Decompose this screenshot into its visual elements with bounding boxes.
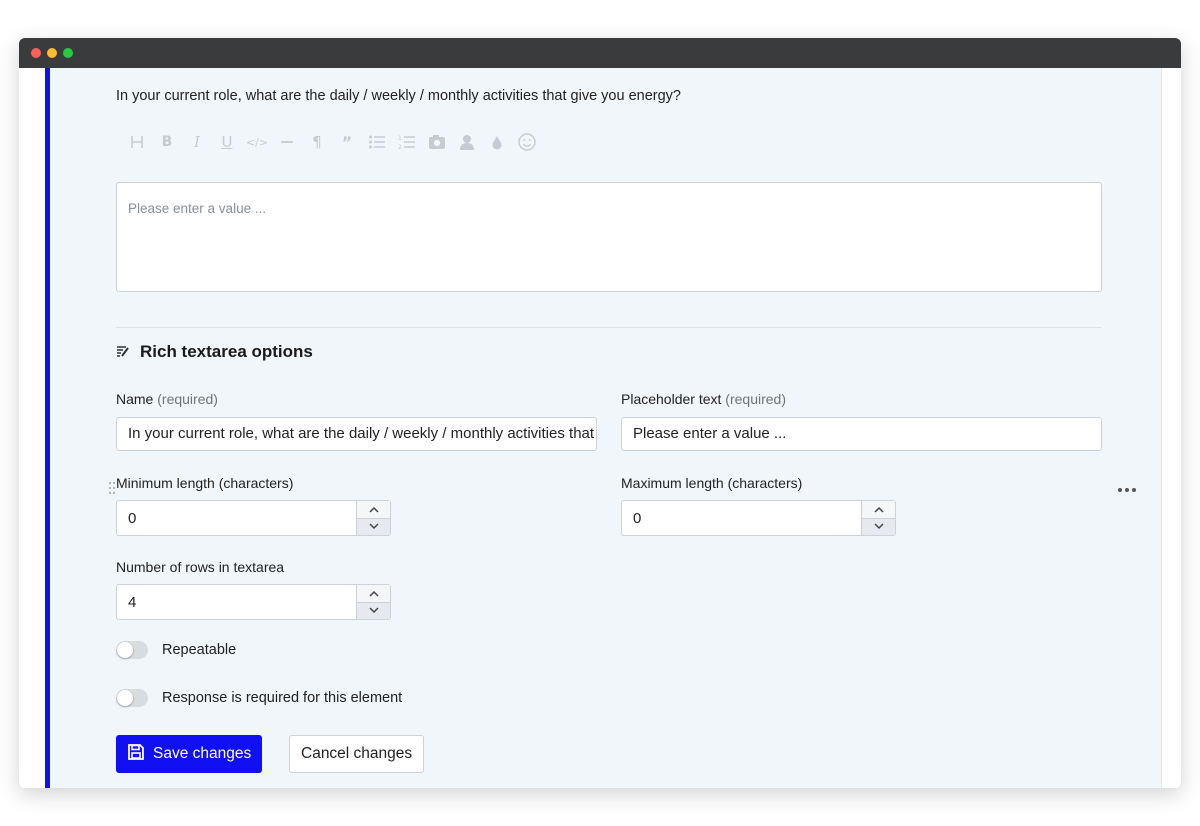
repeatable-label: Repeatable — [162, 642, 237, 658]
max-length-input[interactable]: 0 — [621, 500, 861, 536]
rows-decrement-button[interactable] — [357, 601, 390, 619]
chevron-down-icon — [873, 523, 884, 530]
user-icon[interactable] — [454, 130, 480, 154]
chevron-up-icon — [368, 590, 379, 597]
min-length-spinner — [356, 500, 391, 536]
max-length-label: Maximum length (characters) — [621, 475, 803, 491]
name-label: Name (required) — [116, 391, 218, 407]
form-element-editor: In your current role, what are the daily… — [45, 68, 1162, 788]
close-window-dot[interactable] — [31, 48, 41, 58]
options-title-text: Rich textarea options — [140, 342, 313, 361]
svg-text:2: 2 — [398, 144, 402, 150]
name-label-text: Name — [116, 391, 154, 407]
min-length-decrement-button[interactable] — [357, 517, 390, 535]
chevron-down-icon — [368, 607, 379, 614]
save-changes-label: Save changes — [153, 745, 252, 762]
min-length-increment-button[interactable] — [357, 501, 390, 518]
placeholder-label-text: Placeholder text — [621, 391, 722, 407]
placeholder-input[interactable]: Please enter a value ... — [621, 417, 1102, 451]
quote-icon[interactable]: ” — [334, 130, 360, 154]
placeholder-label: Placeholder text (required) — [621, 391, 786, 407]
toggle-knob — [117, 690, 133, 706]
cancel-changes-button[interactable]: Cancel changes — [289, 735, 425, 773]
color-drop-icon[interactable] — [484, 130, 510, 154]
horizontal-rule-icon[interactable] — [274, 130, 300, 154]
heading-icon[interactable] — [124, 130, 150, 154]
rows-spinner — [356, 584, 391, 620]
chevron-up-icon — [368, 506, 379, 513]
italic-icon[interactable]: I — [184, 130, 210, 154]
required-toggle-row: Response is required for this element — [116, 689, 402, 707]
max-length-spinner — [861, 500, 896, 536]
chevron-down-icon — [368, 523, 379, 530]
svg-text:1: 1 — [398, 135, 402, 142]
section-divider — [116, 327, 1102, 328]
numbered-list-icon[interactable]: 12 — [394, 130, 420, 154]
repeatable-toggle[interactable] — [116, 641, 148, 659]
code-icon[interactable]: </> — [244, 130, 270, 154]
rows-field: 4 — [116, 584, 392, 620]
required-label: Response is required for this element — [162, 690, 403, 706]
browser-window: In your current role, what are the daily… — [19, 38, 1181, 788]
bold-icon[interactable]: B — [154, 130, 180, 154]
window-titlebar — [19, 38, 1181, 68]
min-length-label: Minimum length (characters) — [116, 475, 294, 491]
maximize-window-dot[interactable] — [63, 48, 73, 58]
rows-label: Number of rows in textarea — [116, 559, 285, 575]
min-length-field: 0 — [116, 500, 392, 536]
emoji-icon[interactable] — [514, 130, 540, 154]
drag-handle-icon[interactable] — [108, 480, 116, 499]
toggle-knob — [117, 642, 133, 658]
more-options-icon[interactable] — [1117, 480, 1137, 498]
save-changes-button[interactable]: Save changes — [116, 735, 263, 773]
textarea-placeholder: Please enter a value ... — [128, 201, 267, 216]
options-section-title: Rich textarea options — [116, 342, 313, 362]
repeatable-toggle-row: Repeatable — [116, 641, 236, 659]
name-input[interactable]: In your current role, what are the daily… — [116, 417, 597, 451]
page-content: In your current role, what are the daily… — [19, 68, 1181, 788]
rows-input[interactable]: 4 — [116, 584, 356, 620]
max-length-decrement-button[interactable] — [862, 517, 895, 535]
element-question-text: In your current role, what are the daily… — [116, 88, 681, 104]
image-icon[interactable] — [424, 130, 450, 154]
bullet-list-icon[interactable] — [364, 130, 390, 154]
min-length-input[interactable]: 0 — [116, 500, 356, 536]
max-length-field: 0 — [621, 500, 897, 536]
save-icon — [127, 743, 145, 766]
rich-textarea-preview[interactable]: Please enter a value ... — [116, 182, 1102, 292]
rich-text-toolbar: B I U </> ¶ ” 12 — [124, 130, 544, 154]
minimize-window-dot[interactable] — [47, 48, 57, 58]
rich-textarea-icon — [116, 345, 130, 360]
rows-increment-button[interactable] — [357, 585, 390, 602]
underline-icon[interactable]: U — [214, 130, 240, 154]
chevron-up-icon — [873, 506, 884, 513]
max-length-increment-button[interactable] — [862, 501, 895, 518]
name-required-hint: (required) — [157, 391, 218, 407]
placeholder-required-hint: (required) — [725, 391, 786, 407]
paragraph-icon[interactable]: ¶ — [304, 130, 330, 154]
required-toggle[interactable] — [116, 689, 148, 707]
